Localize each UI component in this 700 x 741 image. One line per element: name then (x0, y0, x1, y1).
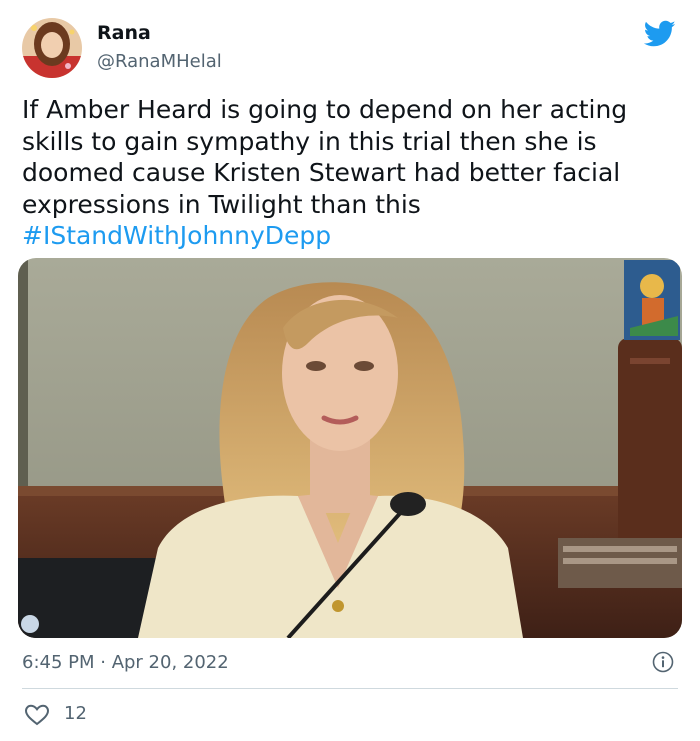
tweet-card: Rana @RanaMHelal If Amber Heard is going… (0, 0, 700, 741)
author-handle[interactable]: @RanaMHelal (97, 51, 222, 72)
tweet-body: If Amber Heard is going to depend on her… (22, 95, 628, 219)
like-count: 12 (64, 703, 87, 724)
twitter-bird-icon[interactable] (643, 20, 676, 48)
heart-icon[interactable] (24, 704, 50, 726)
info-icon[interactable] (652, 651, 674, 673)
hashtag-link[interactable]: #IStandWithJohnnyDepp (22, 220, 672, 252)
avatar[interactable] (22, 18, 82, 78)
divider (22, 688, 678, 689)
tweet-photo[interactable] (18, 258, 682, 638)
author-name[interactable]: Rana (97, 22, 151, 44)
tweet-timestamp[interactable]: 6:45 PM · Apr 20, 2022 (22, 652, 229, 673)
tweet-text: If Amber Heard is going to depend on her… (22, 94, 672, 252)
